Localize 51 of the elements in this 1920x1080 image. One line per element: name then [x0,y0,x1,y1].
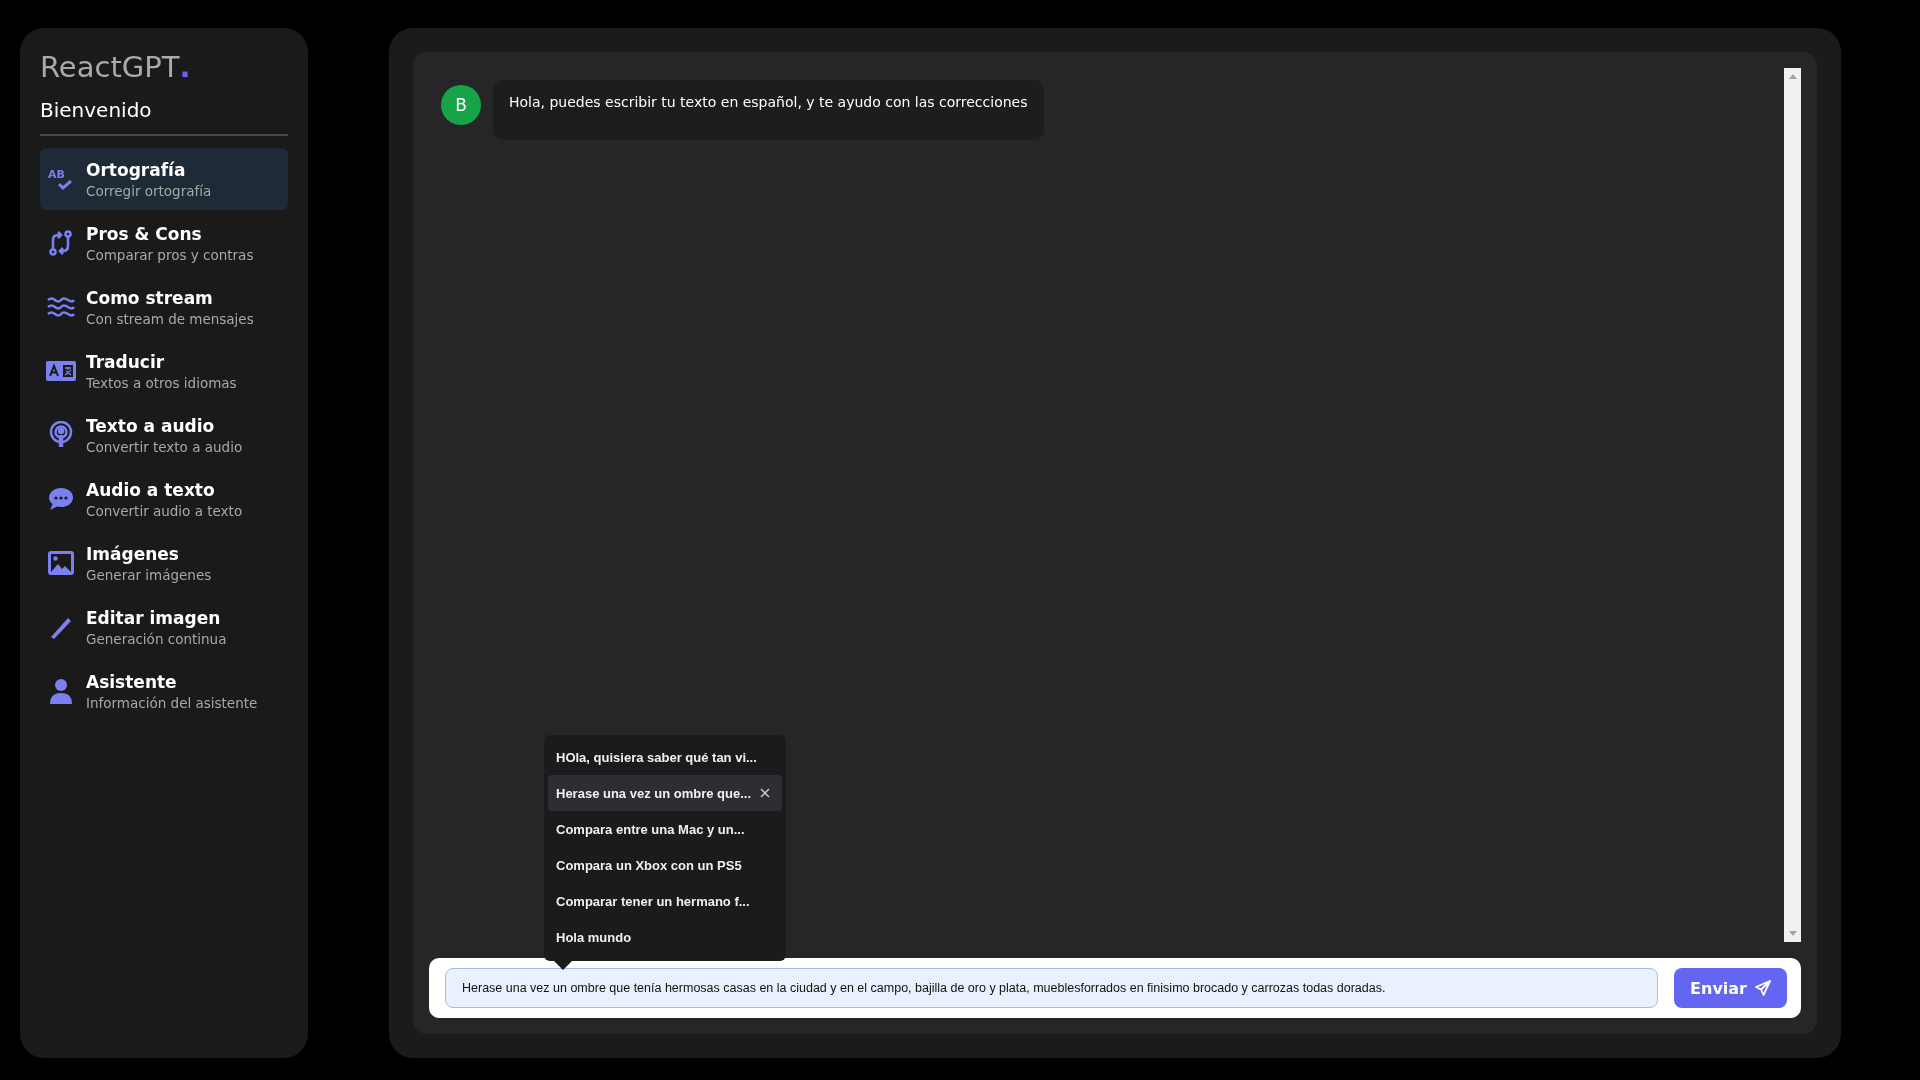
history-item[interactable]: HOla, quisiera saber qué tan vi... [548,739,782,775]
message-bubble: Hola, puedes escribir tu texto en español, y te ayudo con las correcciones [493,80,1044,140]
waves-icon [47,296,75,318]
menu-item[interactable]: Traducir Textos a otros idiomas [40,340,288,402]
menu-item[interactable]: Como stream Con stream de mensajes [40,276,288,338]
menu-item-title: Pros & Cons [86,223,203,244]
history-item[interactable]: Hola mundo [548,919,782,955]
menu-item-title: Ortografía [86,159,187,180]
send-icon [1755,980,1771,996]
menu-item-title: Asistente [86,671,178,692]
history-item[interactable]: Compara entre una Mac y un... [548,811,782,847]
translate-icon [46,361,76,381]
chat-bubble-icon [48,487,74,511]
history-item[interactable]: Herase una vez un ombre que... [548,775,782,811]
menu-item-subtitle: Convertir audio a texto [86,502,243,519]
menu-item[interactable]: Pros & Cons Comparar pros y contras [40,212,288,274]
menu-item[interactable]: Imágenes Generar imágenes [40,532,288,594]
menu-item-subtitle: Con stream de mensajes [86,310,254,327]
menu-item-title: Audio a texto [86,479,216,500]
menu-item-subtitle: Generar imágenes [86,566,212,583]
menu-item-title: Traducir [86,351,166,372]
greeting: Bienvenido [40,98,153,122]
swap-arrows-icon [48,230,74,256]
history-item[interactable]: Comparar tener un hermano f... [548,883,782,919]
menu-item-subtitle: Convertir texto a audio [86,438,243,455]
close-icon[interactable] [760,788,770,798]
menu-item[interactable]: Asistente Información del asistente [40,660,288,722]
scroll-up-icon[interactable] [1788,74,1797,79]
podcast-icon [49,421,73,449]
menu-item-subtitle: Textos a otros idiomas [86,374,237,391]
menu-item-title: Texto a audio [86,415,216,436]
menu-item-subtitle: Generación continua [86,630,227,647]
send-button[interactable]: Enviar [1674,968,1787,1008]
menu-item-title: Como stream [86,287,214,308]
avatar: B [441,85,481,125]
user-icon [50,678,72,704]
scroll-down-icon[interactable] [1788,931,1797,936]
menu-item[interactable]: AB Ortografía Corregir ortografía [40,148,288,210]
menu-item[interactable]: Audio a texto Convertir audio a texto [40,468,288,530]
app-logo: ReactGPT. [40,50,192,84]
history-item[interactable]: Compara un Xbox con un PS5 [548,847,782,883]
menu-item[interactable]: Editar imagen Generación continua [40,596,288,658]
message-input[interactable]: Herase una vez un ombre que tenía hermosas casas en la ciudad y en el campo, bajilla de oro y plata, mueblesforrados en finisimo brocado y carrozas todas doradas. [445,968,1659,1008]
image-icon [48,551,74,575]
menu-item-subtitle: Corregir ortografía [86,182,212,199]
menu-item-subtitle: Información del asistente [86,694,258,711]
menu-item-subtitle: Comparar pros y contras [86,246,254,263]
menu-item-title: Imágenes [86,543,180,564]
menu-item-title: Editar imagen [86,607,222,628]
scrollbar[interactable] [1784,68,1801,942]
menu-item[interactable]: Texto a audio Convertir texto a audio [40,404,288,466]
